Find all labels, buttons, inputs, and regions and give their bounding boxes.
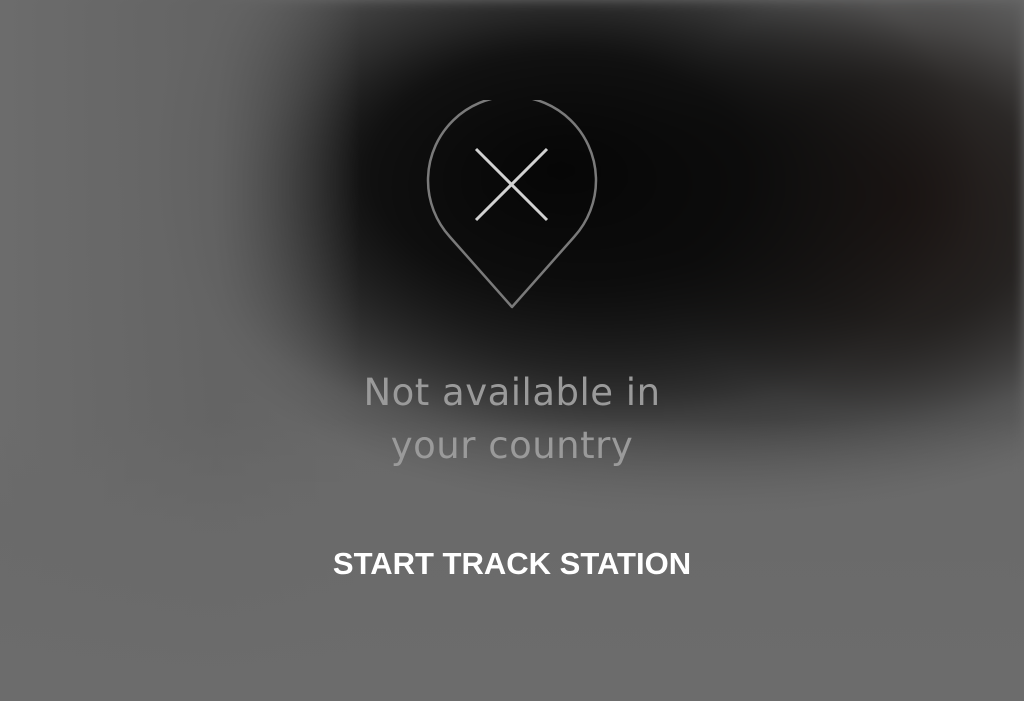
message-line-1: Not available in — [363, 371, 661, 414]
location-pin-unavailable-icon — [426, 100, 598, 309]
pin-outline — [426, 100, 598, 309]
unavailable-screen: Not available in your country START TRAC… — [0, 0, 1024, 701]
unavailable-message: Not available in your country — [312, 366, 712, 472]
x-mark-icon — [474, 147, 549, 222]
message-line-2: your country — [390, 424, 634, 467]
start-track-station-button[interactable]: START TRACK STATION — [300, 538, 724, 590]
